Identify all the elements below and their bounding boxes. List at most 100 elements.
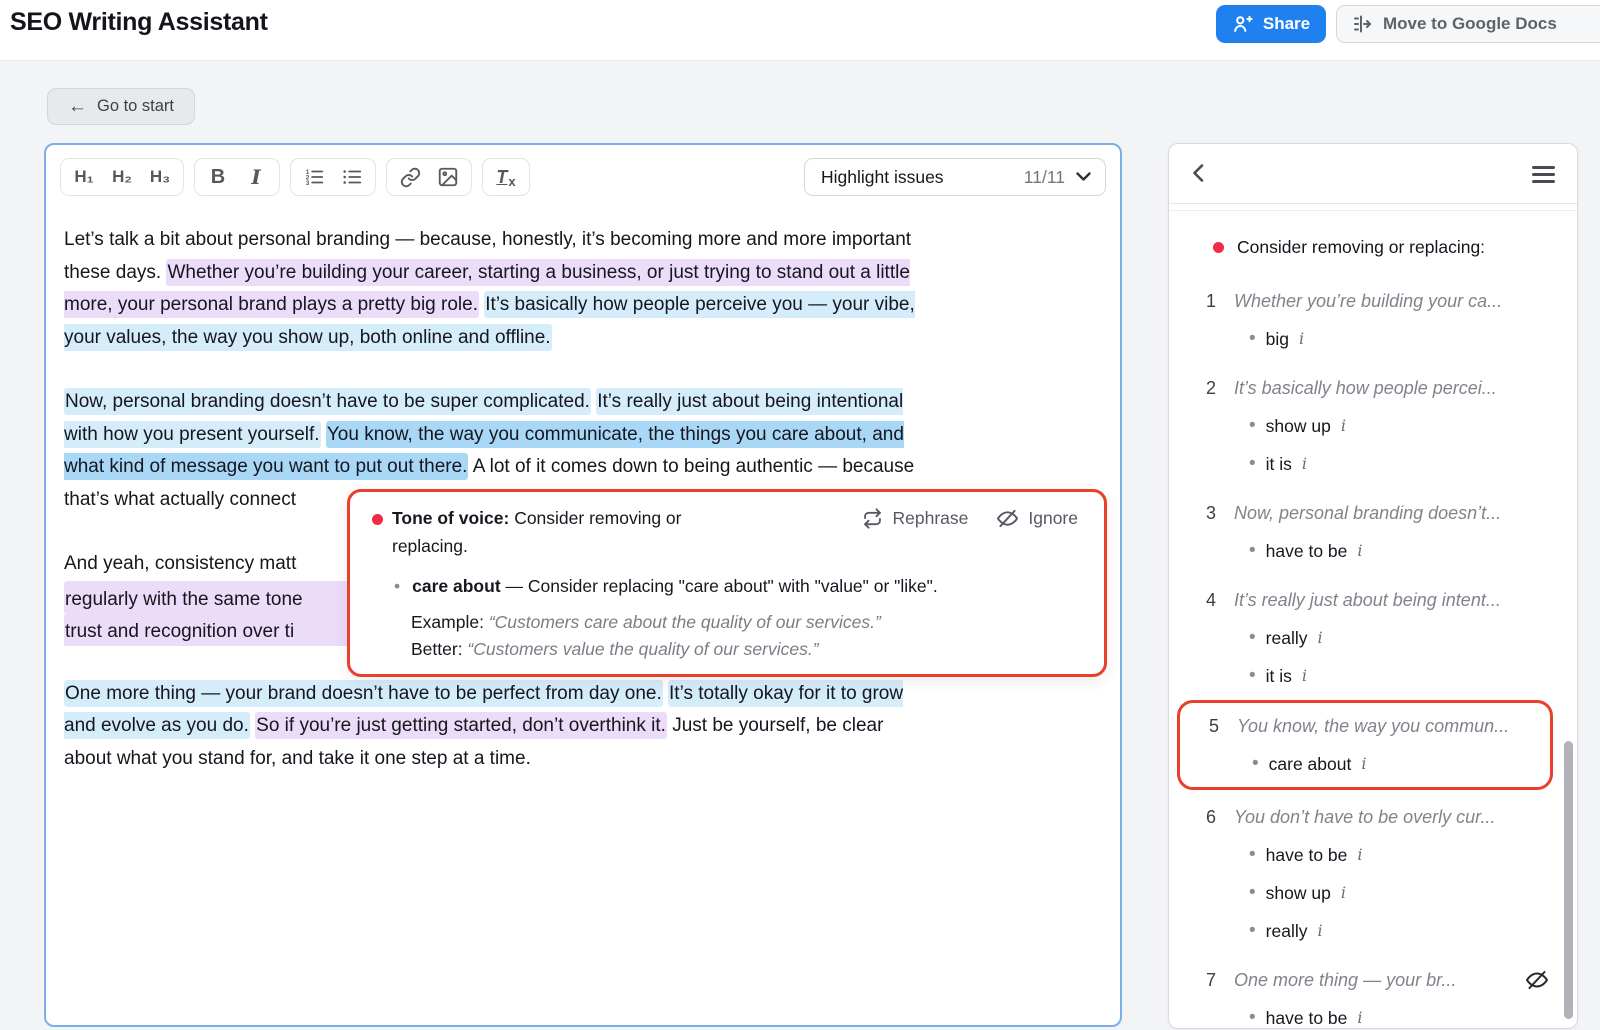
info-icon[interactable]: i <box>1317 619 1322 657</box>
h2-button[interactable]: H₂ <box>104 162 140 192</box>
bullet-icon: • <box>394 576 400 596</box>
popup-heading: Tone of voice: Consider removing or repl… <box>392 505 737 560</box>
bold-button[interactable]: B <box>200 162 236 192</box>
issue-number: 7 <box>1206 961 1234 999</box>
issue-word: show up <box>1266 874 1331 912</box>
issue-word: really <box>1266 619 1308 657</box>
issue-word-row[interactable]: •it isi <box>1206 657 1557 695</box>
info-icon[interactable]: i <box>1299 320 1304 358</box>
issue-sentence-text: It’s basically how people percei... <box>1234 369 1497 407</box>
popup-suggestion-line: •care about — Consider replacing "care a… <box>394 576 938 597</box>
issue-number: 2 <box>1206 369 1234 407</box>
highlighted-segment[interactable]: So if you’re just getting started, don’t… <box>255 712 667 739</box>
eye-off-icon <box>996 507 1019 530</box>
issue-word-row[interactable]: • have to bei <box>1206 532 1557 570</box>
chevron-left-icon <box>1193 164 1204 182</box>
issue-sentence[interactable]: 1Whether you’re building your ca... <box>1206 282 1557 320</box>
editor-paragraph[interactable]: Let’s talk a bit about personal branding… <box>64 224 1104 354</box>
italic-button[interactable]: I <box>238 162 274 192</box>
issues-sidebar: Consider removing or replacing: 1Whether… <box>1168 143 1578 1029</box>
ignore-button[interactable]: Ignore <box>996 507 1078 530</box>
bullet-list-button[interactable] <box>334 162 370 192</box>
issue-word: show up <box>1266 407 1331 445</box>
bullet-icon: • <box>1249 407 1256 445</box>
image-button[interactable] <box>430 162 466 192</box>
issue-number: 4 <box>1206 581 1234 619</box>
info-icon[interactable]: i <box>1302 657 1307 695</box>
issue-sentence[interactable]: 3Now, personal branding doesn’t... <box>1206 494 1557 532</box>
move-to-google-docs-button[interactable]: Move to Google Docs <box>1336 5 1600 43</box>
sidebar-scrollbar[interactable] <box>1564 741 1573 1019</box>
info-icon[interactable]: i <box>1357 836 1362 874</box>
issue-word-row[interactable]: •bigi <box>1206 320 1557 358</box>
highlighted-segment[interactable]: Now, personal branding doesn’t have to b… <box>64 388 591 415</box>
popup-actions: Rephrase Ignore <box>862 507 1078 530</box>
issue-ignored-button[interactable] <box>1525 968 1549 992</box>
issue-number: 3 <box>1206 494 1234 532</box>
share-button[interactable]: Share <box>1216 5 1326 43</box>
info-icon[interactable]: i <box>1357 999 1362 1029</box>
clear-formatting-button[interactable]: Tx <box>488 162 524 192</box>
info-icon[interactable]: i <box>1341 874 1346 912</box>
scroll-edge <box>1169 204 1577 211</box>
issue-word-row[interactable]: •reallyi <box>1206 619 1557 657</box>
highlighted-segment[interactable]: One more thing — your brand doesn’t have… <box>64 680 663 707</box>
issue-word-row[interactable]: •have to bei <box>1206 836 1557 874</box>
issue-sentence[interactable]: 5You know, the way you commun... <box>1209 707 1550 745</box>
info-icon[interactable]: i <box>1302 445 1307 483</box>
bullet-icon: • <box>1249 999 1256 1029</box>
bullet-icon: • <box>1249 912 1256 950</box>
link-icon <box>400 167 421 188</box>
bullet-icon: • <box>1249 874 1256 912</box>
collapse-panel-button[interactable] <box>1193 164 1204 187</box>
issue-word-row[interactable]: • show up i <box>1206 407 1557 445</box>
issue-number: 1 <box>1206 282 1234 320</box>
page-title: SEO Writing Assistant <box>10 8 268 37</box>
info-icon[interactable]: i <box>1317 912 1322 950</box>
suggestion-text: — Consider replacing "care about" with "… <box>501 576 938 596</box>
sidebar-intro: Consider removing or replacing: <box>1206 228 1557 266</box>
ordered-list-button[interactable]: 1 2 3 <box>296 162 332 192</box>
h1-button[interactable]: H₁ <box>66 162 102 192</box>
issue-sentence[interactable]: 6You don’t have to be overly cur... <box>1206 798 1557 836</box>
info-icon[interactable]: i <box>1341 407 1346 445</box>
issue-sentence[interactable]: 4It’s really just about being intent... <box>1206 581 1557 619</box>
h3-button[interactable]: H₃ <box>142 162 178 192</box>
issue-sentence[interactable]: 7One more thing — your br... <box>1206 961 1557 999</box>
issue-word: have to be <box>1266 999 1348 1029</box>
example-quote: “Customers care about the quality of our… <box>489 612 881 632</box>
issue-word-row[interactable]: •reallyi <box>1206 912 1557 950</box>
info-icon[interactable]: i <box>1361 745 1366 783</box>
issue-item: 3Now, personal branding doesn’t...• have … <box>1206 494 1557 570</box>
rephrase-button[interactable]: Rephrase <box>862 507 968 530</box>
issue-item: 2It’s basically how people percei...• sho… <box>1206 369 1557 483</box>
suggestion-popup: Tone of voice: Consider removing or repl… <box>347 489 1107 677</box>
issue-word-row[interactable]: •it isi <box>1206 445 1557 483</box>
issue-sentence[interactable]: 2It’s basically how people percei... <box>1206 369 1557 407</box>
issue-word-row[interactable]: • show up i <box>1206 874 1557 912</box>
better-quote: “Customers value the quality of our serv… <box>467 639 818 659</box>
issue-word: have to be <box>1266 532 1348 570</box>
editor-paragraph[interactable]: One more thing — your brand doesn’t have… <box>64 678 1104 776</box>
issue-item: 7One more thing — your br...• have to be i <box>1206 961 1557 1029</box>
highlight-issues-select[interactable]: Highlight issues 11/11 <box>804 158 1106 196</box>
insert-group <box>386 158 472 196</box>
issue-word-row[interactable]: • have to be i <box>1206 999 1557 1029</box>
info-icon[interactable]: i <box>1357 532 1362 570</box>
sidebar-intro-label: Consider removing or replacing: <box>1237 228 1485 266</box>
issue-word: care about <box>1269 745 1352 783</box>
sidebar-header <box>1169 144 1577 204</box>
go-to-start-label: Go to start <box>97 97 174 116</box>
link-button[interactable] <box>392 162 428 192</box>
bullet-icon: • <box>1249 657 1256 695</box>
issue-number: 6 <box>1206 798 1234 836</box>
issue-sentence-text: Now, personal branding doesn’t... <box>1234 494 1501 532</box>
bullet-icon: • <box>1249 532 1256 570</box>
issue-word-row[interactable]: •care abouti <box>1209 745 1550 783</box>
top-header: SEO Writing Assistant Share Move to Goog… <box>0 0 1600 61</box>
editor-toolbar: H₁ H₂ H₃ B I 1 2 3 <box>60 158 530 196</box>
move-label: Move to Google Docs <box>1383 14 1557 34</box>
go-to-start-button[interactable]: ← Go to start <box>47 88 195 125</box>
issue-sentence-text: You know, the way you commun... <box>1237 707 1509 745</box>
menu-button[interactable] <box>1532 166 1555 183</box>
